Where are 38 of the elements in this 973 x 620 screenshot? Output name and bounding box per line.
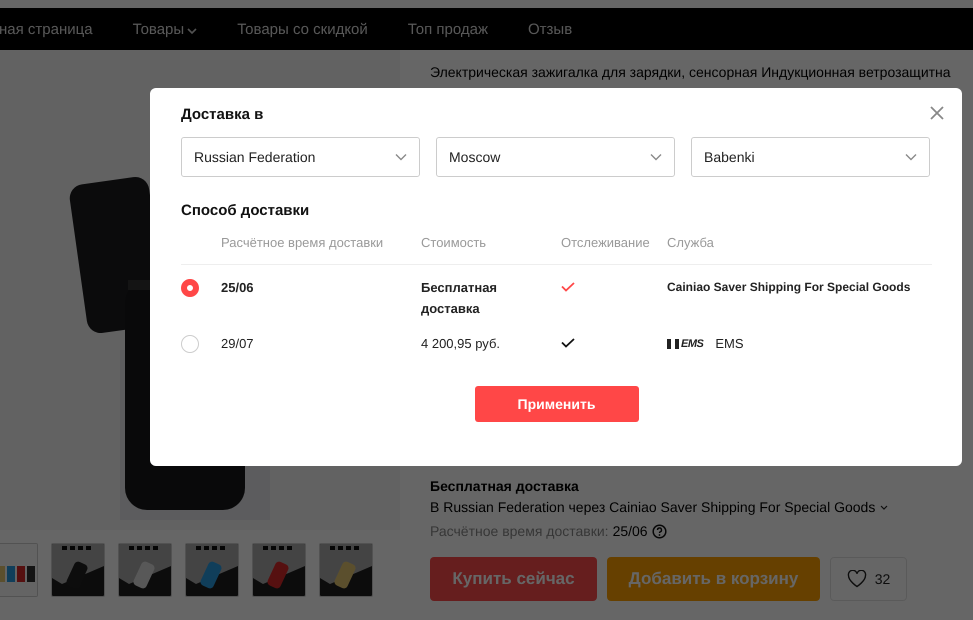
location-dropdown[interactable]: Babenki bbox=[691, 137, 930, 177]
nav-link[interactable]: Товары со скидкой bbox=[237, 20, 368, 38]
column-header: Служба bbox=[667, 235, 715, 250]
location-dropdown[interactable]: Russian Federation bbox=[181, 137, 420, 177]
shipping-cost: Бесплатная доставка bbox=[421, 279, 498, 318]
carrier-name: EMS bbox=[715, 335, 744, 353]
nav-link[interactable]: Отзыв bbox=[528, 20, 572, 38]
radio-button[interactable] bbox=[181, 335, 199, 353]
caret-icon bbox=[880, 504, 888, 510]
location-dropdown[interactable]: Moscow bbox=[436, 137, 675, 177]
heart-icon bbox=[846, 570, 867, 588]
shipping-cost: 4 200,95 руб. bbox=[421, 335, 502, 353]
product-title: Электрическая зажигалка для зарядки, сенсорная Индукционная ветрозащитна bbox=[430, 64, 952, 80]
chevron-down-icon bbox=[395, 153, 407, 161]
chevron-down-icon bbox=[650, 153, 662, 161]
close-icon[interactable] bbox=[930, 106, 944, 120]
shipping-heading: Бесплатная доставка bbox=[430, 478, 580, 494]
carrier-logo: EMS bbox=[667, 338, 704, 348]
radio-button[interactable] bbox=[181, 279, 199, 297]
shipping-route[interactable]: В Russian Federation через Cainiao Saver Shipping For Special Goods bbox=[430, 499, 876, 515]
delivery-date: 29/07 bbox=[221, 335, 255, 353]
eta-date: 25/06 bbox=[612, 523, 648, 539]
chevron-down-icon bbox=[905, 153, 917, 161]
column-header: Отслеживание bbox=[561, 235, 651, 250]
column-header: Стоимость bbox=[421, 235, 488, 250]
buy-now-button[interactable]: Купить сейчас bbox=[430, 557, 597, 601]
delivery-date: 25/06 bbox=[221, 279, 255, 297]
nav-link[interactable]: Топ продаж bbox=[408, 20, 488, 38]
dialog-title: Доставка в bbox=[181, 106, 264, 123]
help-icon[interactable] bbox=[652, 524, 667, 538]
add-to-cart-button[interactable]: Добавить в корзину bbox=[607, 557, 820, 601]
wishlist-button[interactable]: 32 bbox=[830, 557, 907, 601]
carrier-name: Cainiao Saver Shipping For Special Goods bbox=[667, 279, 910, 296]
apply-button[interactable]: Применить bbox=[474, 386, 638, 422]
column-header: Расчётное время доставки bbox=[221, 235, 384, 250]
nav-link[interactable]: ная страница bbox=[0, 20, 93, 38]
nav-link[interactable]: Товары bbox=[132, 20, 198, 38]
section-title: Способ доставки bbox=[181, 202, 310, 219]
